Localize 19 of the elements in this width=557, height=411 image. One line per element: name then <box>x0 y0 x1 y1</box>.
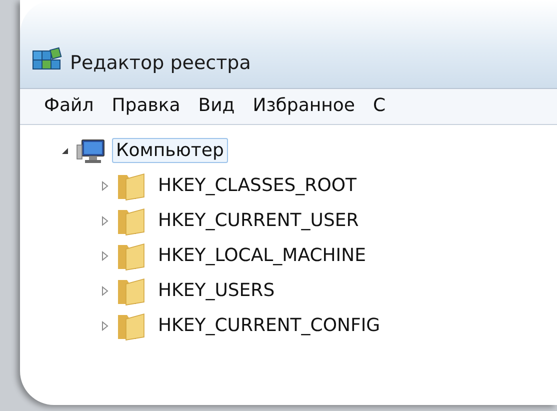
tree-item[interactable]: Компьютер <box>112 138 228 163</box>
menu-item[interactable]: Избранное <box>252 95 355 116</box>
expand-triangle-icon[interactable] <box>100 250 110 260</box>
tree-item[interactable]: HKEY_CURRENT_CONFIG <box>154 313 384 338</box>
menu-item[interactable]: Правка <box>112 95 180 116</box>
tree-item[interactable]: HKEY_LOCAL_MACHINE <box>154 243 370 268</box>
expand-triangle-icon[interactable] <box>100 286 110 296</box>
menu-item[interactable]: Файл <box>44 95 94 116</box>
expand-triangle-icon[interactable] <box>100 216 110 226</box>
computer-icon <box>76 136 106 164</box>
menu-item[interactable]: С <box>372 95 386 116</box>
expand-triangle-icon[interactable] <box>100 180 110 190</box>
expand-triangle-icon[interactable] <box>100 320 110 330</box>
tree-item[interactable]: HKEY_CLASSES_ROOT <box>154 173 361 198</box>
window-title: Редактор реестра <box>70 52 251 76</box>
tree-item[interactable]: HKEY_USERS <box>154 278 279 303</box>
tree-item[interactable]: HKEY_CURRENT_USER <box>154 208 363 233</box>
collapse-triangle-icon[interactable] <box>60 146 70 156</box>
menu-item[interactable]: Вид <box>198 95 235 116</box>
